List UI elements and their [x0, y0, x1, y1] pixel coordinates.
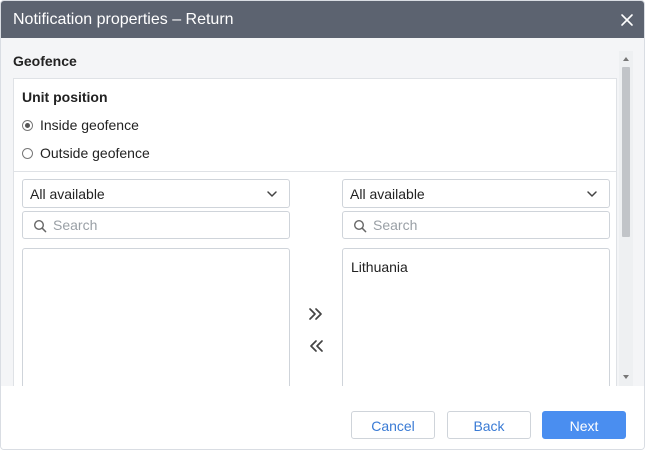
notification-dialog: Notification properties – Return Geofenc… [0, 0, 645, 450]
dialog-titlebar: Notification properties – Return [1, 1, 644, 38]
dialog-title: Notification properties – Return [13, 11, 234, 28]
right-filter-select[interactable]: All available [342, 179, 610, 208]
body-scrollbar[interactable] [619, 51, 633, 386]
chevron-down-icon [587, 191, 597, 197]
right-search-box[interactable] [342, 211, 610, 239]
radio-outside-geofence[interactable]: Outside geofence [22, 143, 150, 163]
close-icon[interactable] [618, 11, 636, 29]
move-right-icon[interactable] [305, 304, 327, 324]
cancel-button[interactable]: Cancel [351, 411, 435, 439]
radio-button-unchecked[interactable] [22, 147, 33, 159]
section-title: Geofence [13, 53, 77, 69]
panel-divider [14, 171, 616, 172]
chevron-down-icon [267, 191, 277, 197]
scrollbar-thumb[interactable] [622, 67, 630, 237]
search-icon [353, 219, 367, 233]
back-button[interactable]: Back [447, 411, 531, 439]
unit-position-title: Unit position [22, 89, 108, 105]
radio-label-outside: Outside geofence [40, 145, 150, 161]
dialog-footer: Cancel Back Next [1, 386, 644, 449]
left-filter-select[interactable]: All available [22, 179, 290, 208]
list-item[interactable]: Lithuania [351, 259, 408, 275]
radio-button-checked[interactable] [22, 119, 33, 131]
next-button[interactable]: Next [542, 411, 626, 439]
scroll-down-icon[interactable] [619, 371, 633, 383]
left-filter-value: All available [30, 186, 105, 202]
move-left-icon[interactable] [305, 336, 327, 356]
left-search-input[interactable] [53, 215, 278, 235]
geofence-panel: Unit position Inside geofence Outside ge… [13, 78, 617, 386]
radio-inside-geofence[interactable]: Inside geofence [22, 115, 139, 135]
right-search-input[interactable] [373, 215, 598, 235]
search-icon [33, 219, 47, 233]
right-filter-value: All available [350, 186, 425, 202]
scroll-up-icon[interactable] [619, 53, 633, 65]
right-selected-list[interactable]: Lithuania [342, 248, 610, 386]
left-search-box[interactable] [22, 211, 290, 239]
radio-label-inside: Inside geofence [40, 117, 139, 133]
left-available-list[interactable] [22, 248, 290, 386]
dialog-body: Geofence Unit position Inside geofence O… [1, 38, 644, 386]
